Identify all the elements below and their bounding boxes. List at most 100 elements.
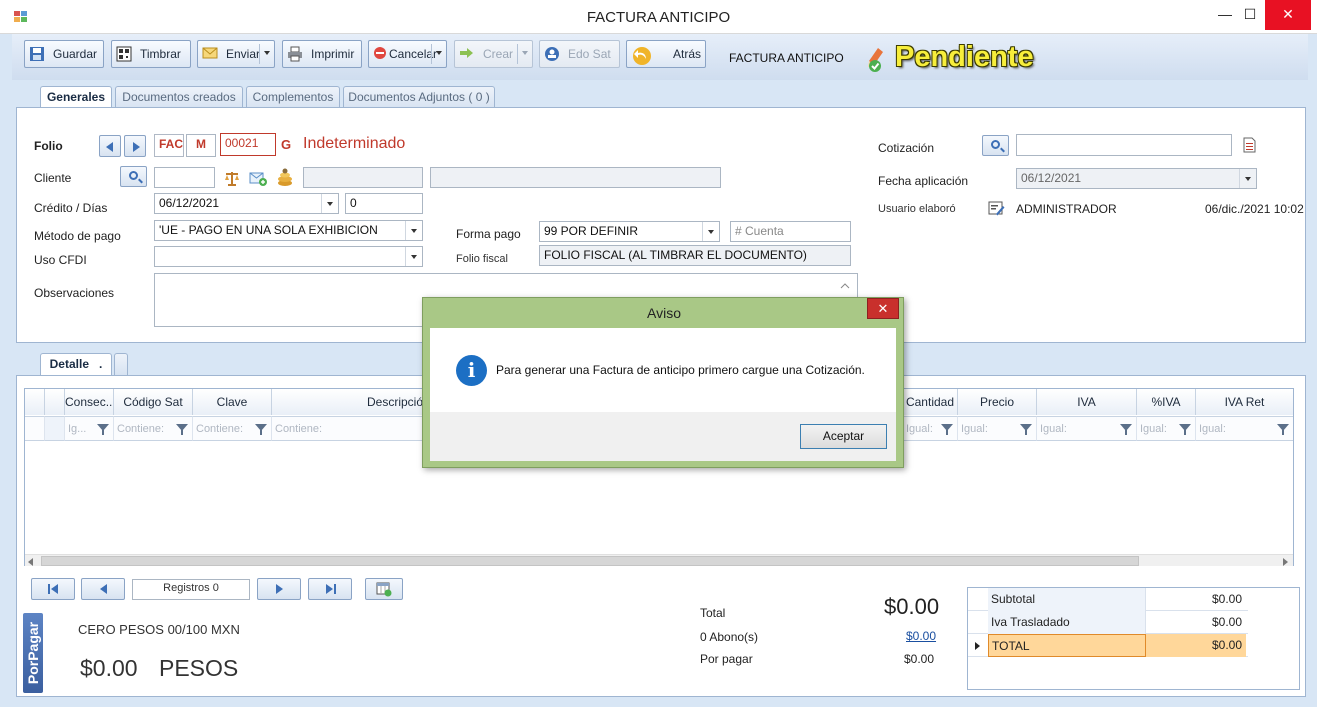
filter-cantidad[interactable]: Igual: — [903, 416, 958, 441]
filter-icon[interactable] — [255, 424, 267, 435]
credito-date-picker[interactable]: 06/12/2021 — [154, 193, 339, 214]
filter-pct-iva[interactable]: Igual: — [1137, 416, 1196, 441]
aviso-dialog: Aviso ✕ i Para generar una Factura de an… — [422, 297, 904, 468]
filter-icon[interactable] — [1277, 424, 1289, 435]
filter-icon[interactable] — [1179, 424, 1191, 435]
col-consec[interactable]: Consec... — [65, 389, 114, 415]
filter-consec[interactable]: Ig... — [65, 416, 114, 441]
filter-icon[interactable] — [941, 424, 953, 435]
summary-row-iva[interactable]: Iva Trasladado $0.00 — [968, 611, 1248, 634]
credito-label: Crédito / Días — [34, 201, 108, 215]
metodo-pago-value: 'UE - PAGO EN UNA SOLA EXHIBICION — [159, 223, 378, 237]
add-mail-icon[interactable] — [249, 169, 267, 187]
col-cantidad[interactable]: Cantidad — [903, 389, 958, 415]
summary-row-subtotal[interactable]: Subtotal $0.00 — [968, 588, 1248, 611]
enviar-button[interactable]: Enviar — [197, 40, 275, 68]
tab-generales[interactable]: Generales — [40, 86, 112, 109]
filter-icon[interactable] — [176, 424, 188, 435]
filter-precio[interactable]: Igual: — [958, 416, 1037, 441]
tab-documentos-adjuntos[interactable]: Documentos Adjuntos ( 0 ) — [343, 86, 495, 108]
chevron-down-icon[interactable] — [702, 222, 719, 241]
edo-sat-button[interactable]: Edo Sat — [539, 40, 620, 68]
chevron-down-icon[interactable] — [436, 51, 442, 55]
filter-icon[interactable] — [97, 424, 109, 435]
filter-clave[interactable]: Contiene: — [193, 416, 272, 441]
metodo-pago-select[interactable]: 'UE - PAGO EN UNA SOLA EXHIBICION — [154, 220, 423, 241]
summary-row-total[interactable]: TOTAL $0.00 — [968, 634, 1248, 657]
col-iva[interactable]: IVA — [1037, 389, 1137, 415]
horizontal-scrollbar[interactable] — [25, 554, 1293, 566]
credito-days-input[interactable]: 0 — [345, 193, 423, 214]
title-bar: FACTURA ANTICIPO — ☐ ✕ — [0, 0, 1317, 34]
imprimir-button[interactable]: Imprimir — [282, 40, 362, 68]
col-descripcion-label: Descripción — [367, 395, 430, 409]
tab-detalle[interactable]: Detalle . — [40, 353, 112, 376]
chevron-down-icon[interactable] — [405, 221, 422, 240]
abonos-link[interactable]: $0.00 — [906, 629, 936, 643]
close-button[interactable]: ✕ — [1265, 0, 1311, 30]
coins-icon[interactable] — [276, 168, 294, 187]
aceptar-button[interactable]: Aceptar — [800, 424, 887, 449]
fecha-aplicacion-value: 06/12/2021 — [1021, 171, 1082, 185]
chevron-down-icon[interactable] — [522, 51, 528, 55]
prev-page-button[interactable] — [81, 578, 125, 600]
maximize-button[interactable]: ☐ — [1232, 0, 1268, 30]
scroll-right-icon[interactable] — [1283, 558, 1288, 566]
dialog-close-button[interactable]: ✕ — [867, 298, 899, 319]
col-iva-ret[interactable]: IVA Ret — [1196, 389, 1293, 415]
folio-label: Folio — [34, 139, 63, 153]
filter-iva[interactable]: Igual: — [1037, 416, 1137, 441]
uso-cfdi-select[interactable] — [154, 246, 423, 267]
filter-icon[interactable] — [1120, 424, 1132, 435]
document-icon[interactable] — [1243, 137, 1256, 153]
forma-pago-label: Forma pago — [456, 227, 521, 241]
cliente-search-button[interactable] — [120, 166, 147, 187]
folio-next-button[interactable] — [124, 135, 146, 157]
last-page-button[interactable] — [308, 578, 352, 600]
grid-add-button[interactable] — [365, 578, 403, 600]
folio-fiscal-label: Folio fiscal — [456, 253, 508, 265]
filter-codigo-sat[interactable]: Contiene: — [114, 416, 193, 441]
atras-label: Atrás — [673, 47, 702, 61]
cancelar-button[interactable]: Cancelar — [368, 40, 447, 68]
grid-row-header — [25, 389, 45, 415]
scrollbar-thumb[interactable] — [41, 556, 1139, 566]
chevron-down-icon[interactable] — [264, 51, 270, 55]
chevron-down-icon[interactable] — [405, 247, 422, 266]
scroll-up-icon[interactable] — [840, 279, 850, 289]
dialog-message: Para generar una Factura de anticipo pri… — [496, 363, 865, 377]
col-clave[interactable]: Clave — [193, 389, 272, 415]
tab-complementos[interactable]: Complementos — [246, 86, 340, 108]
chevron-down-icon[interactable] — [321, 194, 338, 213]
amount-big: $0.00 — [80, 655, 138, 681]
scroll-left-icon[interactable] — [28, 558, 33, 566]
cliente-code-input[interactable] — [154, 167, 215, 188]
serie-m[interactable]: M — [186, 134, 216, 157]
col-pct-iva[interactable]: %IVA — [1137, 389, 1196, 415]
folio-number-input[interactable]: 00021 — [220, 133, 276, 156]
filter-iva-text: Igual: — [1040, 423, 1067, 435]
cuenta-input[interactable]: # Cuenta — [730, 221, 851, 242]
filter-icon[interactable] — [1020, 424, 1032, 435]
cotizacion-search-button[interactable] — [982, 135, 1009, 156]
col-codigo-sat[interactable]: Código Sat — [114, 389, 193, 415]
col-precio[interactable]: Precio — [958, 389, 1037, 415]
balance-icon[interactable] — [223, 169, 241, 187]
serie-fac[interactable]: FAC — [154, 134, 184, 157]
next-page-button[interactable] — [257, 578, 301, 600]
cotizacion-input[interactable] — [1016, 134, 1232, 156]
arrow-right-icon — [276, 584, 283, 594]
tab-extra[interactable] — [114, 353, 128, 375]
crear-button[interactable]: Crear — [454, 40, 533, 68]
atras-button[interactable]: Atrás — [626, 40, 706, 68]
pencil-check-icon — [862, 45, 888, 73]
forma-pago-select[interactable]: 99 POR DEFINIR — [539, 221, 720, 242]
tab-documentos-creados[interactable]: Documentos creados — [115, 86, 243, 108]
observaciones-label: Observaciones — [34, 286, 115, 300]
folio-prev-button[interactable] — [99, 135, 121, 157]
guardar-button[interactable]: Guardar — [24, 40, 104, 68]
first-page-button[interactable] — [31, 578, 75, 600]
search-icon — [129, 171, 138, 180]
timbrar-button[interactable]: Timbrar — [111, 40, 191, 68]
filter-iva-ret[interactable]: Igual: — [1196, 416, 1293, 441]
